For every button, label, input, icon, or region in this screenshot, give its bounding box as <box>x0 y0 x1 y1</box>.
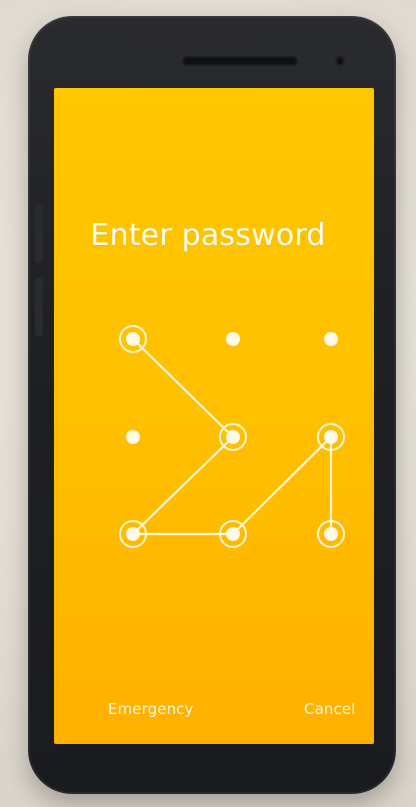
emergency-button[interactable]: Emergency <box>108 700 194 718</box>
pattern-node-r1c2[interactable] <box>219 325 247 353</box>
node-dot <box>226 430 240 444</box>
node-dot <box>126 430 140 444</box>
background-scene: Enter password Emergency Cancel <box>0 0 416 807</box>
pattern-node-r3c2[interactable] <box>219 520 247 548</box>
pattern-node-r1c1[interactable] <box>119 325 147 353</box>
pattern-node-r1c3[interactable] <box>317 325 345 353</box>
side-button-volume-down <box>35 278 43 336</box>
pattern-node-r2c3[interactable] <box>317 423 345 451</box>
pattern-node-r3c1[interactable] <box>119 520 147 548</box>
node-dot <box>126 527 140 541</box>
cancel-button[interactable]: Cancel <box>304 700 355 718</box>
node-dot <box>226 527 240 541</box>
node-dot <box>324 332 338 346</box>
pattern-node-r3c3[interactable] <box>317 520 345 548</box>
page-title: Enter password <box>90 218 326 253</box>
node-dot <box>324 430 338 444</box>
node-dot <box>324 527 338 541</box>
node-dot <box>126 332 140 346</box>
front-camera-icon <box>335 56 345 66</box>
bottom-bezel <box>54 744 374 766</box>
pattern-node-r2c2[interactable] <box>219 423 247 451</box>
lock-screen <box>54 88 374 744</box>
node-dot <box>226 332 240 346</box>
pattern-node-r2c1[interactable] <box>119 423 147 451</box>
earpiece-speaker <box>182 56 298 66</box>
